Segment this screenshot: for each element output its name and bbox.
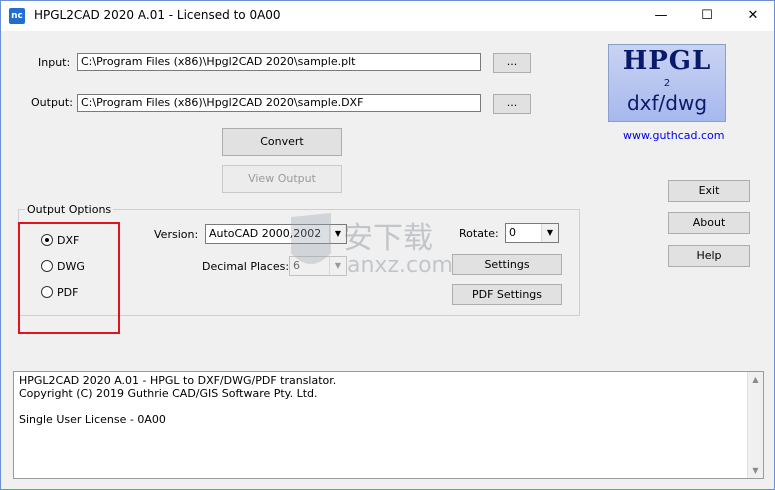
decimal-places-label: Decimal Places: <box>202 260 290 273</box>
input-browse-button[interactable]: ... <box>493 53 531 73</box>
status-line: HPGL2CAD 2020 A.01 - HPGL to DXF/DWG/PDF… <box>19 374 337 387</box>
output-options-title: Output Options <box>25 203 114 216</box>
status-line: Single User License - 0A00 <box>19 413 166 426</box>
app-icon: nc <box>9 8 25 24</box>
product-logo: HPGL 2 dxf/dwg <box>608 44 726 122</box>
close-button[interactable]: ✕ <box>730 1 775 31</box>
watermark-en-text: anxz.com <box>347 253 453 278</box>
rotate-value: 0 <box>509 226 516 239</box>
website-link[interactable]: www.guthcad.com <box>623 129 724 142</box>
status-line: Copyright (C) 2019 Guthrie CAD/GIS Softw… <box>19 387 318 400</box>
highlight-annotation-box <box>18 222 120 334</box>
input-label: Input: <box>38 56 71 69</box>
scroll-up-icon[interactable]: ▲ <box>748 372 763 387</box>
scroll-down-icon[interactable]: ▼ <box>748 463 763 478</box>
output-label: Output: <box>31 96 73 109</box>
chevron-down-icon[interactable]: ▼ <box>541 224 558 242</box>
output-path-field[interactable]: C:\Program Files (x86)\Hpgl2CAD 2020\sam… <box>77 94 481 112</box>
version-label: Version: <box>154 228 199 241</box>
window-title: HPGL2CAD 2020 A.01 - Licensed to 0A00 <box>34 8 281 22</box>
minimize-button[interactable]: — <box>638 1 684 31</box>
watermark-cn-text: 安下载 <box>343 221 433 256</box>
title-bar[interactable]: nc HPGL2CAD 2020 A.01 - Licensed to 0A00… <box>1 1 774 31</box>
logo-two-text: 2 <box>663 78 671 89</box>
vertical-scrollbar[interactable]: ▲ ▼ <box>747 372 763 478</box>
exit-button[interactable]: Exit <box>668 180 750 202</box>
status-text-area[interactable]: HPGL2CAD 2020 A.01 - HPGL to DXF/DWG/PDF… <box>13 371 764 479</box>
help-button[interactable]: Help <box>668 245 750 267</box>
view-output-button[interactable]: View Output <box>222 165 342 193</box>
logo-hpgl-text: HPGL <box>622 46 712 76</box>
logo-dxf-dwg-text: dxf/dwg <box>626 91 708 115</box>
watermark: 安下载 anxz.com <box>281 209 491 289</box>
about-button[interactable]: About <box>668 212 750 234</box>
output-browse-button[interactable]: ... <box>493 94 531 114</box>
convert-button[interactable]: Convert <box>222 128 342 156</box>
input-path-field[interactable]: C:\Program Files (x86)\Hpgl2CAD 2020\sam… <box>77 53 481 71</box>
rotate-select[interactable]: 0 ▼ <box>505 223 559 243</box>
maximize-button[interactable]: ☐ <box>684 1 730 31</box>
main-window: nc HPGL2CAD 2020 A.01 - Licensed to 0A00… <box>0 0 775 490</box>
